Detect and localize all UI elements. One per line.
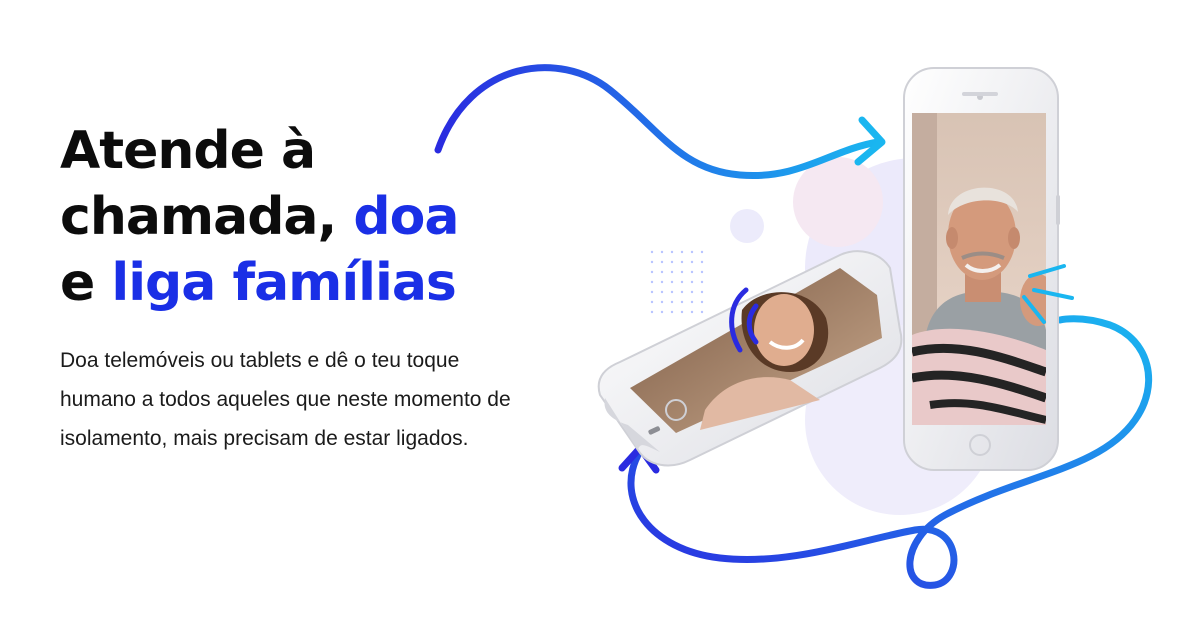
- top-arrow-line: [434, 64, 882, 180]
- bg-circle-pink: [793, 157, 883, 247]
- right-phone: [903, 67, 1060, 471]
- phones-illustration: [434, 64, 1153, 589]
- bg-circle-small: [730, 209, 764, 243]
- smiling-older-man-photo: [912, 113, 1046, 425]
- dot-grid: [646, 250, 706, 315]
